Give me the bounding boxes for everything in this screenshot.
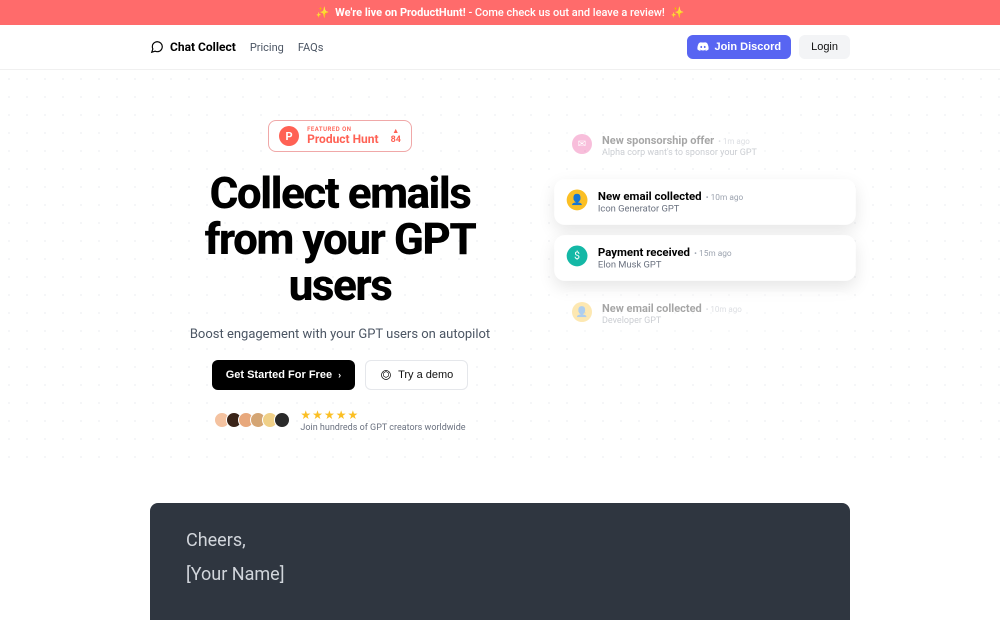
- notification-list: ✉ New sponsorship offer • 1m ago Alpha cor…: [560, 120, 850, 433]
- notification-card: 👤 New email collected • 10m ago Icon Gener…: [554, 179, 856, 225]
- top-nav: Chat Collect Pricing FAQs Join Discord L…: [0, 25, 1000, 70]
- avatar: [274, 412, 290, 428]
- chat-icon: [150, 40, 164, 54]
- announcement-banner[interactable]: ✨ We're live on ProductHunt! - Come chec…: [0, 0, 1000, 25]
- notification-subtitle: Developer GPT: [602, 316, 742, 326]
- notification-icon: $: [567, 246, 588, 267]
- notification-subtitle: Alpha corp want's to sponsor your GPT: [602, 148, 757, 158]
- banner-rest-text: - Come check us out and leave a review!: [468, 6, 667, 19]
- notification-icon: ✉: [572, 134, 592, 154]
- hero-subheading: Boost engagement with your GPT users on …: [190, 327, 490, 342]
- openai-icon: [380, 369, 392, 381]
- notification-time: • 10m ago: [706, 193, 744, 202]
- banner-bold-text: We're live on ProductHunt!: [335, 6, 466, 19]
- brand-logo[interactable]: Chat Collect: [150, 40, 236, 54]
- ph-vote-count: ▲ 84: [391, 127, 401, 145]
- discord-icon: [697, 41, 709, 53]
- notification-card: $ Payment received • 15m ago Elon Musk GPT: [554, 235, 856, 281]
- notification-subtitle: Icon Generator GPT: [598, 204, 743, 214]
- ph-name: Product Hunt: [307, 133, 378, 145]
- nav-links: Pricing FAQs: [250, 41, 324, 54]
- social-proof: ★★★★★ Join hundreds of GPT creators worl…: [214, 408, 465, 433]
- cta-row: Get Started For Free › Try a demo: [212, 360, 469, 390]
- nav-link-faqs[interactable]: FAQs: [298, 41, 324, 54]
- avatar-stack: [214, 412, 290, 428]
- login-button[interactable]: Login: [799, 35, 850, 59]
- notification-title: New email collected: [602, 302, 702, 315]
- try-demo-button[interactable]: Try a demo: [365, 360, 468, 390]
- nav-link-pricing[interactable]: Pricing: [250, 41, 284, 54]
- notification-time: • 15m ago: [694, 249, 732, 258]
- get-started-button[interactable]: Get Started For Free ›: [212, 360, 355, 390]
- notification-title: New email collected: [598, 190, 702, 204]
- chevron-right-icon: ›: [338, 370, 341, 380]
- notification-title: New sponsorship offer: [602, 134, 714, 147]
- sparkle-icon: ✨: [671, 6, 685, 19]
- upvote-icon: ▲: [392, 127, 399, 135]
- notification-time: • 10m ago: [706, 305, 742, 314]
- social-proof-text: Join hundreds of GPT creators worldwide: [300, 423, 465, 433]
- hero-headline: Collect emails from your GPT users: [205, 170, 476, 309]
- product-hunt-badge[interactable]: P Featured on Product Hunt ▲ 84: [268, 120, 412, 152]
- email-line: Cheers,: [186, 527, 814, 556]
- notification-time: • 1m ago: [718, 137, 750, 146]
- product-hunt-icon: P: [279, 126, 299, 146]
- star-rating: ★★★★★: [300, 408, 359, 422]
- notification-icon: 👤: [572, 302, 592, 322]
- notification-icon: 👤: [567, 190, 588, 211]
- notification-card: ✉ New sponsorship offer • 1m ago Alpha cor…: [560, 124, 850, 168]
- email-preview-panel: Cheers, [Your Name]: [150, 503, 850, 620]
- hero-section: P Featured on Product Hunt ▲ 84 Collect …: [0, 70, 1000, 473]
- notification-title: Payment received: [598, 246, 690, 260]
- brand-name: Chat Collect: [170, 40, 236, 54]
- discord-label: Join Discord: [714, 41, 781, 53]
- notification-subtitle: Elon Musk GPT: [598, 260, 732, 270]
- join-discord-button[interactable]: Join Discord: [687, 35, 791, 59]
- notification-card: 👤 New email collected • 10m ago Developer …: [560, 292, 850, 336]
- sparkle-icon: ✨: [316, 6, 330, 19]
- email-line: [Your Name]: [186, 561, 814, 590]
